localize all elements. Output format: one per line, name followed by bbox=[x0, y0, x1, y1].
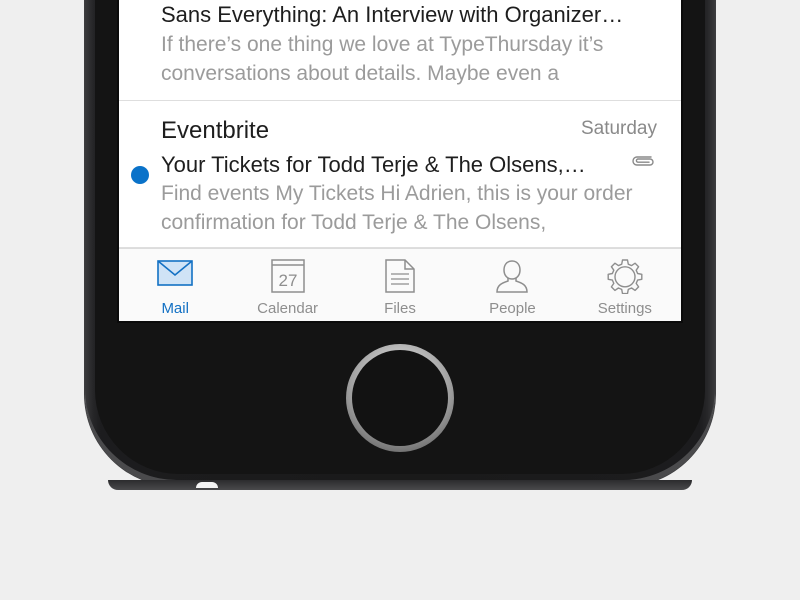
tab-label: Settings bbox=[597, 300, 652, 317]
tab-label: Mail bbox=[161, 300, 189, 317]
calendar-icon: 27 bbox=[270, 259, 305, 293]
home-button-face bbox=[352, 350, 448, 446]
phone-screen: Sans Everything: An Interview with Organ… bbox=[117, 0, 683, 323]
tab-files[interactable]: Files bbox=[344, 249, 456, 321]
message-row[interactable]: Sans Everything: An Interview with Organ… bbox=[119, 0, 681, 101]
tab-label: People bbox=[489, 300, 536, 317]
calendar-day: 27 bbox=[278, 271, 297, 290]
home-button[interactable] bbox=[346, 344, 454, 452]
message-subject: Your Tickets for Todd Terje & The Olsens… bbox=[161, 152, 586, 177]
file-icon bbox=[385, 259, 415, 293]
paperclip-icon bbox=[632, 156, 654, 166]
tab-bar: Mail 27 Calendar Files People Settings bbox=[119, 248, 681, 321]
message-row[interactable]: Eventbrite Saturday Your Tickets for Tod… bbox=[119, 101, 681, 248]
person-icon bbox=[496, 260, 529, 293]
mail-icon bbox=[157, 260, 194, 286]
unread-indicator bbox=[131, 166, 149, 184]
message-subject: Sans Everything: An Interview with Organ… bbox=[161, 2, 624, 27]
tab-mail[interactable]: Mail bbox=[119, 249, 231, 321]
tab-people[interactable]: People bbox=[456, 249, 568, 321]
message-date: Saturday bbox=[580, 118, 657, 139]
tab-label: Calendar bbox=[257, 300, 319, 317]
tab-calendar[interactable]: 27 Calendar bbox=[231, 249, 343, 321]
message-preview: If there’s one thing we love at TypeThur… bbox=[161, 33, 604, 85]
message-preview: Find events My Tickets Hi Adrien, this i… bbox=[161, 182, 633, 234]
gear-icon bbox=[607, 259, 643, 294]
tab-settings[interactable]: Settings bbox=[569, 249, 681, 321]
tab-label: Files bbox=[384, 300, 416, 317]
phone-bumper-nub bbox=[196, 482, 218, 488]
message-sender: Eventbrite bbox=[161, 117, 270, 144]
